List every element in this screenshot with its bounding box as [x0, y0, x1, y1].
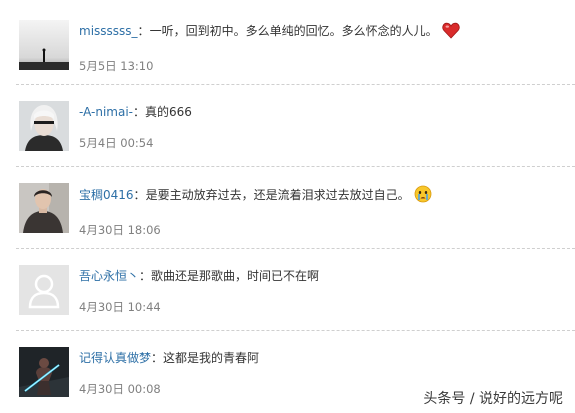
comment-text: 真的666	[145, 105, 192, 119]
crying-face-icon	[414, 185, 432, 208]
comment-item: 吾心永恒丶：歌曲还是那歌曲，时间已不在啊 4月30日 10:44	[0, 249, 575, 331]
comment-separator: ：	[137, 24, 150, 38]
comment-item: 宝稠0416：是要主动放弃过去，还是流着泪求过去放过自己。 4月30日 18:0…	[0, 167, 575, 249]
comment-time: 5月4日 00:54	[79, 136, 154, 150]
heart-icon	[441, 22, 460, 44]
white-hair-character-avatar[interactable]	[19, 101, 69, 151]
comment-text: 是要主动放弃过去，还是流着泪求过去放过自己。	[145, 188, 410, 202]
comment-username[interactable]: 吾心永恒丶	[79, 269, 139, 283]
comment-time: 4月30日 18:06	[79, 223, 161, 237]
comment-item: -A-nimai-：真的666 5月4日 00:54	[0, 85, 575, 167]
comment-list: missssss_：一听，回到初中。多么单纯的回忆。多么怀念的人儿。 5月5日 …	[0, 0, 575, 413]
comment-time: 5月5日 13:10	[79, 59, 154, 73]
comment-separator: ：	[151, 351, 164, 365]
comment-text: 一听，回到初中。多么单纯的回忆。多么怀念的人儿。	[149, 24, 438, 38]
comment-separator: ：	[139, 269, 152, 283]
comment-time: 4月30日 10:44	[79, 300, 161, 314]
armored-character-avatar[interactable]	[19, 347, 69, 397]
comment-username[interactable]: 宝稠0416	[79, 188, 134, 202]
default-user-avatar[interactable]	[19, 265, 69, 315]
comment-username[interactable]: -A-nimai-	[79, 105, 133, 119]
comment-text: 歌曲还是那歌曲，时间已不在啊	[151, 269, 320, 283]
watermark-text: 头条号 / 说好的远方呢	[423, 391, 563, 407]
comment-username[interactable]: missssss_	[79, 24, 138, 38]
comment-item: missssss_：一听，回到初中。多么单纯的回忆。多么怀念的人儿。 5月5日 …	[0, 0, 575, 85]
comment-separator: ：	[133, 188, 146, 202]
silhouette-avatar[interactable]	[19, 20, 69, 70]
person-avatar[interactable]	[19, 183, 69, 233]
comment-text: 这都是我的青春阿	[163, 351, 260, 365]
comment-separator: ：	[133, 105, 146, 119]
comment-username[interactable]: 记得认真做梦	[79, 351, 151, 365]
